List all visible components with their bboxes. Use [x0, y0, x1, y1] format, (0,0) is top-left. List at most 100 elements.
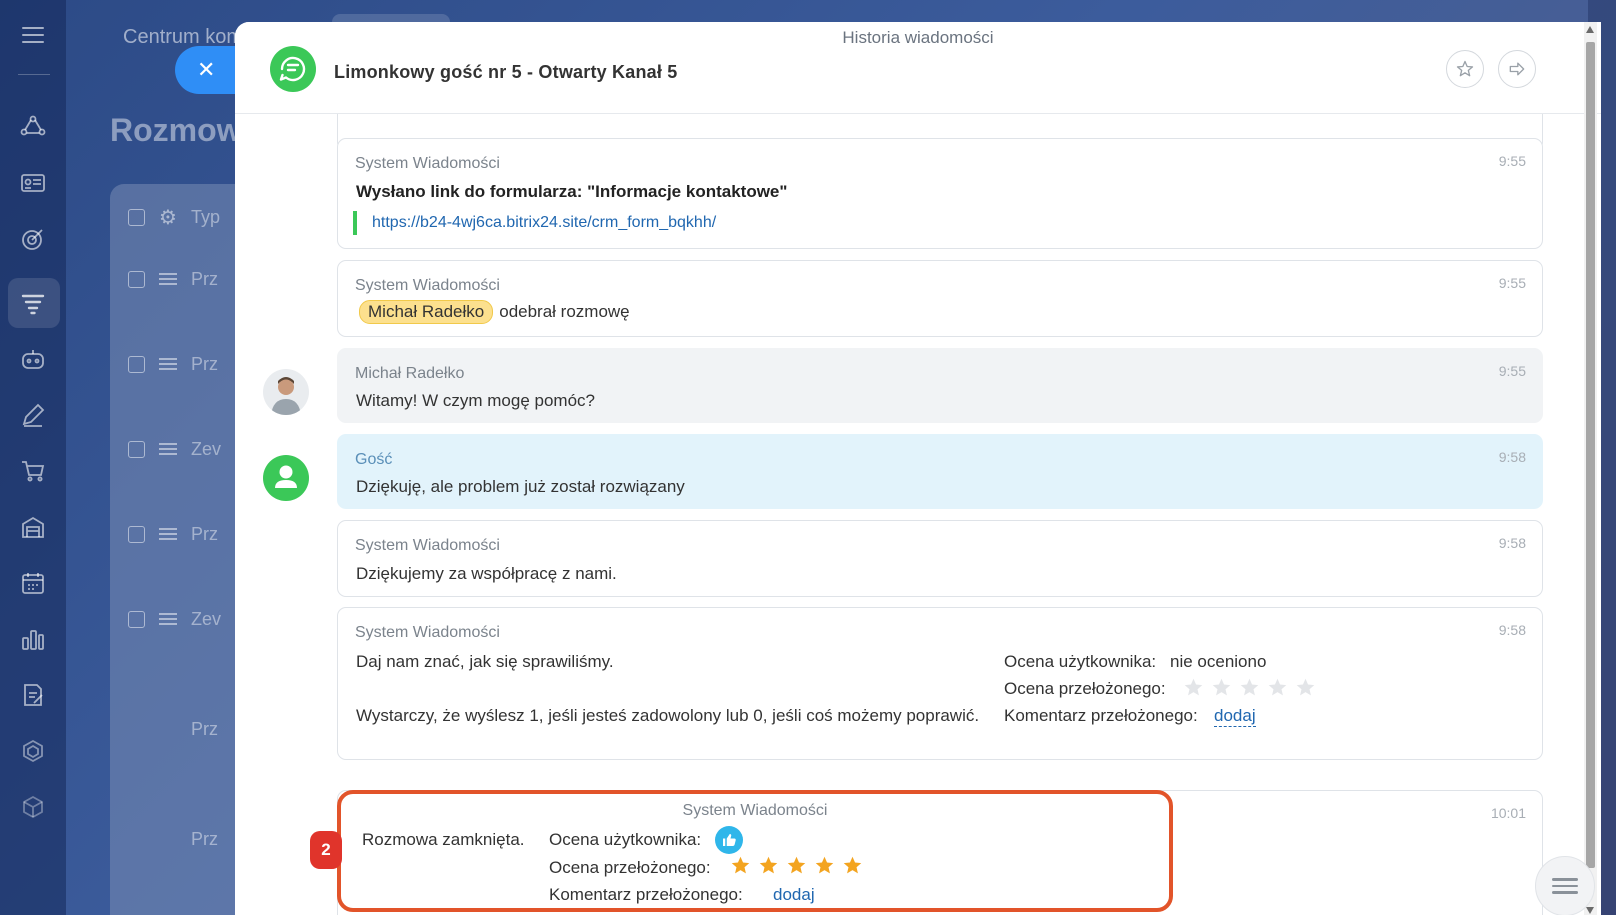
- message-text: Dziękuję, ale problem już został rozwiąz…: [356, 477, 685, 496]
- background-page-title: Rozmow: [110, 112, 242, 148]
- message-text: Wystarczy, że wyślesz 1, jeśli jesteś za…: [356, 706, 980, 725]
- warehouse-icon[interactable]: [20, 514, 46, 540]
- scroll-down-arrow[interactable]: [1586, 907, 1594, 914]
- message-author: System Wiadomości: [355, 277, 500, 294]
- row-menu-icon: [159, 528, 177, 540]
- message-author: System Wiadomości: [355, 624, 500, 641]
- column-header-type: Typ: [190, 206, 220, 227]
- star-icon[interactable]: [786, 855, 807, 881]
- document-icon[interactable]: [20, 682, 46, 708]
- message-text: Daj nam znać, jak się sprawiliśmy.: [356, 652, 614, 671]
- message-time: 9:55: [1498, 363, 1526, 379]
- star-icon[interactable]: [1183, 677, 1204, 703]
- chart-icon[interactable]: [20, 626, 46, 652]
- message-time: 9:58: [1498, 449, 1526, 465]
- background-table-header: ⚙ Typ: [128, 202, 248, 232]
- robot-icon[interactable]: [20, 346, 46, 372]
- message-time: 9:55: [1498, 153, 1526, 169]
- message-author: Michał Radełko: [355, 365, 465, 382]
- table-row: Prz: [128, 264, 248, 294]
- message-guest: Gość 9:58 Dziękuję, ale problem już zost…: [337, 434, 1543, 509]
- message-time: 10:01: [1490, 805, 1526, 821]
- form-link[interactable]: https://b24-4wj6ca.bitrix24.site/crm_for…: [372, 214, 716, 231]
- panel-scrollbar[interactable]: [1584, 22, 1597, 915]
- forward-arrow-icon: [1509, 62, 1525, 76]
- user-mention[interactable]: Michał Radełko: [359, 300, 494, 324]
- checkbox: [128, 208, 145, 226]
- message-accepted: System Wiadomości 9:55 Michał Radełko ode…: [337, 260, 1543, 337]
- supervisor-rating-label: Ocena przełożonego:: [1004, 679, 1166, 698]
- cart-icon[interactable]: [20, 458, 46, 484]
- row-menu-icon: [159, 273, 177, 285]
- user-rating-label: Ocena użytkownika:: [549, 830, 702, 849]
- message-text-row: Michał Radełko odebrał rozmowę: [359, 300, 630, 324]
- checkbox: [128, 270, 145, 288]
- row-type: Zev: [191, 608, 222, 629]
- message-author: System Wiadomości: [355, 537, 500, 554]
- row-menu-icon: [159, 358, 177, 370]
- checkbox: [128, 355, 145, 373]
- chat-title: Limonkowy gość nr 5 - Otwarty Kanał 5: [334, 62, 678, 82]
- star-icon[interactable]: [842, 855, 863, 881]
- row-menu-icon: [159, 443, 177, 455]
- supervisor-comment-label: Komentarz przełożonego:: [1004, 706, 1198, 725]
- star-icon[interactable]: [1211, 677, 1232, 703]
- shield-icon[interactable]: [20, 738, 46, 764]
- thumbs-up-icon: [715, 826, 743, 854]
- link-quote: https://b24-4wj6ca.bitrix24.site/crm_for…: [353, 211, 716, 235]
- forward-button[interactable]: [1498, 50, 1536, 88]
- star-icon[interactable]: [1267, 677, 1288, 703]
- supervisor-comment-label: Komentarz przełożonego:: [549, 885, 743, 904]
- supervisor-rating-stars[interactable]: [1183, 677, 1316, 703]
- checkbox: [128, 440, 145, 458]
- row-type: Prz: [191, 353, 218, 374]
- scroll-thumb[interactable]: [1586, 42, 1595, 868]
- conversation-closed-text: Rozmowa zamknięta.: [362, 830, 525, 849]
- message-time: 9:58: [1498, 622, 1526, 638]
- rail-separator: [18, 74, 50, 75]
- star-icon[interactable]: [758, 855, 779, 881]
- add-comment-link[interactable]: dodaj: [1214, 706, 1256, 727]
- row-type: Prz: [191, 523, 218, 544]
- menu-icon[interactable]: [20, 22, 46, 48]
- message-list-button[interactable]: [1535, 856, 1595, 915]
- panel-title: Historia wiadomości: [842, 28, 994, 47]
- row-type: Prz: [191, 828, 218, 849]
- row-menu-icon: [159, 613, 177, 625]
- star-icon[interactable]: [1239, 677, 1260, 703]
- funnel-icon[interactable]: [20, 290, 46, 316]
- row-type: Zev: [191, 438, 222, 459]
- message-text: Witamy! W czym mogę pomóc?: [356, 391, 595, 410]
- scroll-up-arrow[interactable]: [1586, 26, 1594, 33]
- message-author: System Wiadomości: [355, 155, 500, 172]
- target-icon[interactable]: [20, 226, 46, 252]
- row-type: Prz: [191, 268, 218, 289]
- user-icon: [275, 465, 297, 488]
- user-rating-label: Ocena użytkownika:: [1004, 652, 1157, 671]
- flow-icon[interactable]: [20, 114, 46, 140]
- message-time: 9:55: [1498, 275, 1526, 291]
- checkbox: [128, 525, 145, 543]
- message-time: 9:58: [1498, 535, 1526, 551]
- message-author: Gość: [355, 451, 393, 468]
- operator-avatar[interactable]: [263, 369, 309, 415]
- guest-avatar[interactable]: [263, 455, 309, 501]
- add-comment-link[interactable]: dodaj: [773, 885, 815, 905]
- message-text: Wysłano link do formularza: "Informacje …: [356, 182, 788, 201]
- star-icon[interactable]: [814, 855, 835, 881]
- calendar-icon[interactable]: [20, 570, 46, 596]
- chat-channel-icon: [279, 56, 306, 82]
- row-type: Prz: [191, 718, 218, 739]
- star-icon[interactable]: [1295, 677, 1316, 703]
- pen-icon[interactable]: [20, 402, 46, 428]
- box-icon[interactable]: [20, 794, 46, 820]
- star-icon[interactable]: [730, 855, 751, 881]
- message-author: System Wiadomości: [682, 802, 828, 819]
- open-channel-avatar: [270, 46, 316, 92]
- message-feedback-request: System Wiadomości 9:58 Daj nam znać, jak…: [337, 607, 1543, 760]
- contact-card-icon[interactable]: [20, 170, 46, 196]
- supervisor-rating-stars[interactable]: [730, 855, 863, 881]
- star-icon: [1456, 60, 1474, 77]
- favorite-button[interactable]: [1446, 50, 1484, 88]
- checkbox: [128, 610, 145, 628]
